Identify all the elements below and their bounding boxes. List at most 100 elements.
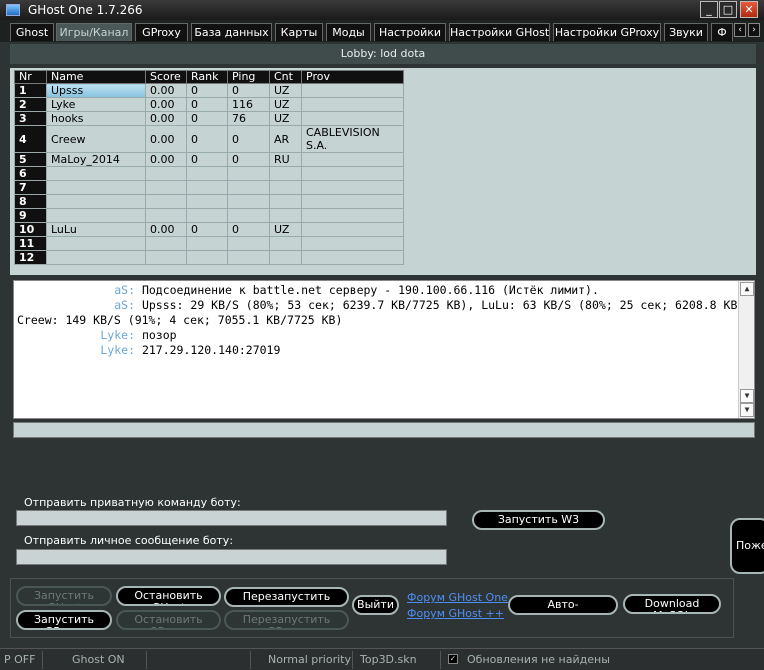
slot-rank <box>186 180 228 195</box>
side-button[interactable]: Поже <box>730 518 764 574</box>
slot-provider <box>301 222 404 237</box>
slot-score: 0.00 <box>145 125 187 153</box>
window-title: GHost One 1.7.266 <box>28 3 143 17</box>
chat-line: Lyke: позор <box>17 328 734 343</box>
lobby-title: Lobby: lod dota <box>10 44 756 64</box>
tab-scroll-right-icon[interactable]: › <box>748 23 760 37</box>
slot-score <box>145 180 187 195</box>
slot-ping: 76 <box>227 111 270 126</box>
slot-row[interactable]: 10 LuLu 0.00 0 0 UZ <box>14 222 404 237</box>
col-prov: Prov <box>301 70 404 84</box>
slot-row[interactable]: 2 Lyke 0.00 0 116 UZ <box>14 97 404 112</box>
col-name: Name <box>46 70 146 84</box>
tab-maps[interactable]: Карты <box>275 23 323 41</box>
slot-country: UZ <box>269 83 302 98</box>
private-message-input[interactable] <box>16 549 447 565</box>
slot-score <box>145 236 187 251</box>
slot-rank <box>186 236 228 251</box>
slot-ping <box>227 180 270 195</box>
slot-score: 0.00 <box>145 97 187 112</box>
stop-ghost-button[interactable]: Остановить GHost <box>116 586 221 606</box>
private-command-label: Отправить приватную команду боту: <box>24 496 241 509</box>
tab-more[interactable]: Ф <box>711 23 733 41</box>
download-mysql-button[interactable]: Download MySQL <box>623 594 721 614</box>
scroll-up-icon[interactable]: ▲ <box>740 282 754 296</box>
slot-row[interactable]: 11 <box>14 236 404 251</box>
chat-scrollbar[interactable]: ▲ ▼ ▼ <box>738 281 754 418</box>
slot-nr: 4 <box>14 125 47 153</box>
slot-row[interactable]: 5 MaLoy_2014 0.00 0 0 RU <box>14 152 404 167</box>
slot-rank <box>186 194 228 209</box>
slot-name: Creew <box>46 125 146 153</box>
tab-sounds[interactable]: Звуки <box>664 23 708 41</box>
slot-ping <box>227 250 270 265</box>
tab-games-channel[interactable]: Игры/Канал <box>56 23 132 41</box>
chat-input[interactable] <box>13 422 755 438</box>
scroll-bottom-icon[interactable]: ▼ <box>740 403 754 417</box>
updates-status: Обновления не найдены <box>467 653 610 666</box>
slots-panel: Nr Name Score Rank Ping Cnt Prov 1 Upsss 0… <box>10 68 756 275</box>
slot-row[interactable]: 7 <box>14 180 404 195</box>
gproxy-status: P OFF <box>4 653 36 666</box>
slot-country <box>269 194 302 209</box>
start-ghost-button[interactable]: Запустить GHost <box>16 586 112 606</box>
slot-name <box>46 180 146 195</box>
slot-nr: 10 <box>14 222 47 237</box>
slot-row[interactable]: 1 Upsss 0.00 0 0 UZ <box>14 83 404 98</box>
slot-provider: CABLEVISION S.A. <box>301 125 404 153</box>
tab-scroll-left-icon[interactable]: ‹ <box>734 23 746 37</box>
slot-country: UZ <box>269 97 302 112</box>
slot-rank <box>186 208 228 223</box>
slots-table: Nr Name Score Rank Ping Cnt Prov 1 Upsss 0… <box>14 70 404 265</box>
slot-row[interactable]: 12 <box>14 250 404 265</box>
scroll-down-icon[interactable]: ▼ <box>740 389 754 403</box>
slot-ping: 0 <box>227 152 270 167</box>
slot-score <box>145 166 187 181</box>
tab-database[interactable]: База данных <box>191 23 272 41</box>
slot-ping: 116 <box>227 97 270 112</box>
tab-settings[interactable]: Настройки <box>374 23 446 41</box>
tab-gproxy-settings[interactable]: Настройки GProxy <box>553 23 661 41</box>
tab-gproxy[interactable]: GProxy <box>135 23 188 41</box>
col-rank: Rank <box>186 70 228 84</box>
tab-ghost[interactable]: Ghost <box>10 23 54 41</box>
slot-row[interactable]: 6 <box>14 166 404 181</box>
slot-provider <box>301 97 404 112</box>
slot-row[interactable]: 8 <box>14 194 404 209</box>
col-nr: Nr <box>14 70 47 84</box>
tab-ghost-settings[interactable]: Настройки GHost <box>449 23 550 41</box>
slot-rank <box>186 250 228 265</box>
auto-config-button[interactable]: Авто-конфигурация <box>508 595 618 615</box>
slot-ping: 0 <box>227 83 270 98</box>
chat-message: Подсоединение к battle.net серверу - 190… <box>141 283 599 297</box>
tab-mods[interactable]: Моды <box>326 23 371 41</box>
minimize-button[interactable]: _ <box>700 1 718 18</box>
slot-row[interactable]: 9 <box>14 208 404 223</box>
slot-nr: 12 <box>14 250 47 265</box>
forum-ghost-one-link[interactable]: Форум GHost One <box>407 591 508 604</box>
slot-row[interactable]: 3 hooks 0.00 0 76 UZ <box>14 111 404 126</box>
restart-ghost-button[interactable]: Перезапустить GHost <box>224 587 349 607</box>
updates-checkbox[interactable]: ✓ <box>448 654 458 664</box>
slot-name <box>46 208 146 223</box>
restart-gproxy-button[interactable]: Перезапустить GProxy <box>224 610 349 630</box>
slot-provider <box>301 152 404 167</box>
chat-log[interactable]: aS: Подсоединение к battle.net серверу -… <box>13 280 755 419</box>
exit-button[interactable]: Выйти <box>352 595 399 615</box>
private-command-input[interactable] <box>16 510 447 526</box>
slot-nr: 2 <box>14 97 47 112</box>
maximize-button[interactable]: □ <box>719 1 737 18</box>
slot-row[interactable]: 4 Creew 0.00 0 0 AR CABLEVISION S.A. <box>14 125 404 153</box>
start-gproxy-button[interactable]: Запустить GProxy <box>16 610 112 630</box>
chat-line: aS: Upsss: 29 KB/S (80%; 53 сек; 6239.7 … <box>17 298 754 313</box>
slot-country <box>269 208 302 223</box>
slot-rank <box>186 166 228 181</box>
app-window: GHost One 1.7.266 _ □ ✕ Ghost Игры/Канал… <box>0 0 764 670</box>
close-button[interactable]: ✕ <box>740 1 758 18</box>
forum-ghost-pp-link[interactable]: Форум GHost ++ <box>407 607 504 620</box>
app-icon <box>6 4 20 16</box>
slot-ping <box>227 194 270 209</box>
start-w3-button[interactable]: Запустить W3 <box>472 510 605 530</box>
slot-provider <box>301 111 404 126</box>
stop-gproxy-button[interactable]: Остановить GProxy <box>116 610 221 630</box>
